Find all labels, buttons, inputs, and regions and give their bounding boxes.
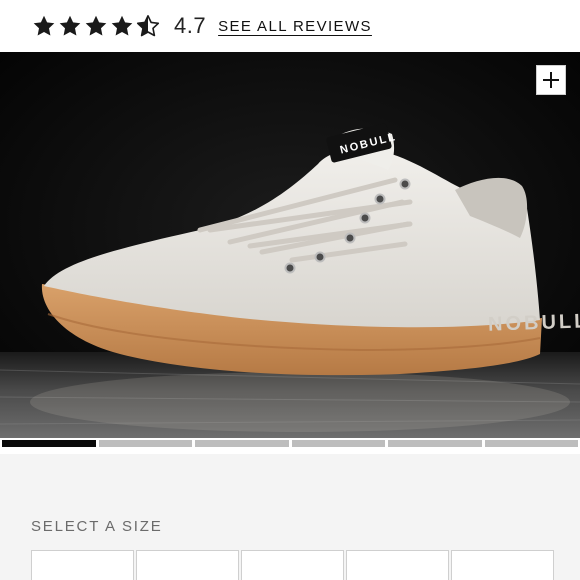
size-option[interactable] <box>346 550 449 580</box>
size-options <box>31 550 554 580</box>
see-all-reviews-link[interactable]: SEE ALL REVIEWS <box>218 18 372 35</box>
star-filled-icon <box>111 15 133 36</box>
gallery-indicator-2[interactable] <box>98 440 192 447</box>
size-selector-panel: SELECT A SIZE <box>0 454 580 580</box>
star-rating <box>32 14 160 38</box>
star-filled-icon <box>59 15 81 36</box>
gallery-indicator-4[interactable] <box>291 440 385 447</box>
size-option[interactable] <box>136 550 239 580</box>
gallery-indicator-6[interactable] <box>484 440 578 447</box>
gallery-pagination <box>0 440 580 450</box>
select-size-label: SELECT A SIZE <box>31 518 163 535</box>
star-filled-icon <box>85 15 107 36</box>
plus-icon <box>543 72 559 88</box>
svg-text:NOBULL: NOBULL <box>488 310 580 336</box>
size-option[interactable] <box>241 550 344 580</box>
size-option[interactable] <box>31 550 134 580</box>
zoom-button[interactable] <box>536 65 566 95</box>
rating-bar: 4.7 SEE ALL REVIEWS <box>0 0 580 52</box>
size-option[interactable] <box>451 550 554 580</box>
star-half-icon <box>136 15 160 37</box>
product-image: NOBULL NOBULL <box>0 52 580 438</box>
rating-value: 4.7 <box>174 13 207 38</box>
gallery-indicator-3[interactable] <box>195 440 289 447</box>
gallery-indicator-1[interactable] <box>2 440 96 447</box>
star-filled-icon <box>33 15 55 36</box>
product-image-gallery[interactable]: NOBULL NOBULL <box>0 52 580 438</box>
gallery-indicator-5[interactable] <box>388 440 482 447</box>
